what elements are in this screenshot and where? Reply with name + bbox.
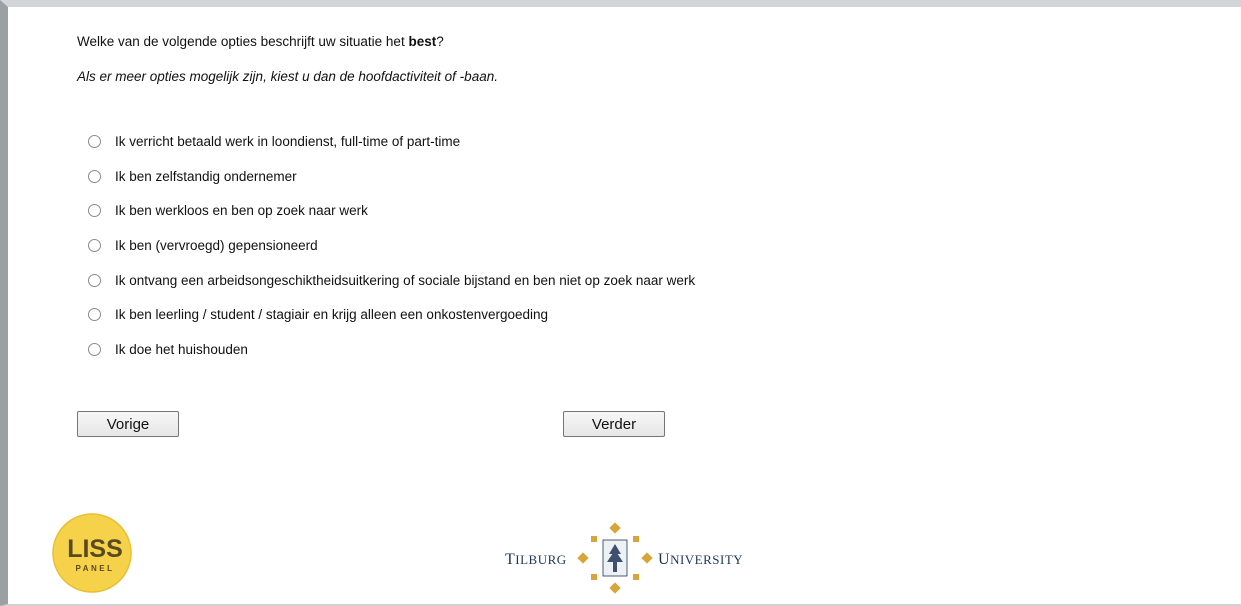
svg-text:LISS: LISS bbox=[67, 535, 123, 563]
option-label: Ik verricht betaald werk in loondienst, … bbox=[115, 133, 461, 149]
question-text: Welke van de volgende opties beschrijft … bbox=[77, 33, 444, 51]
option-label: Ik ben (vervroegd) gepensioneerd bbox=[115, 237, 318, 253]
liss-panel-logo: LISS PANEL bbox=[51, 513, 133, 593]
radio-button[interactable] bbox=[88, 134, 101, 148]
option-paid-employment[interactable]: Ik verricht betaald werk in loondienst, … bbox=[88, 124, 695, 159]
svg-text:PANEL: PANEL bbox=[75, 564, 114, 573]
question-emphasis: best bbox=[408, 34, 437, 49]
tilburg-university-logo: TILBURG UNIVERSITY bbox=[505, 522, 760, 594]
next-button[interactable]: Verder bbox=[563, 411, 665, 437]
radio-button[interactable] bbox=[88, 273, 101, 287]
option-label: Ik ben zelfstandig ondernemer bbox=[115, 168, 297, 184]
option-label: Ik ben werkloos en ben op zoek naar werk bbox=[115, 203, 368, 219]
option-label: Ik ontvang een arbeidsongeschiktheidsuit… bbox=[115, 272, 696, 288]
radio-button[interactable] bbox=[88, 169, 101, 183]
university-wordmark: UNIVERSITY bbox=[658, 551, 744, 568]
option-label: Ik ben leerling / student / stagiair en … bbox=[115, 307, 549, 323]
question-text-end: ? bbox=[436, 34, 444, 49]
question-text-start: Welke van de volgende opties beschrijft … bbox=[77, 34, 409, 49]
radio-button[interactable] bbox=[88, 238, 101, 252]
question-instruction: Als er meer opties mogelijk zijn, kiest … bbox=[77, 69, 498, 84]
tilburg-wordmark: TILBURG bbox=[505, 551, 567, 568]
radio-button[interactable] bbox=[88, 308, 101, 322]
option-disability-benefit[interactable]: Ik ontvang een arbeidsongeschiktheidsuit… bbox=[88, 263, 695, 298]
liss-panel-logo-graphic: LISS PANEL bbox=[52, 513, 132, 593]
previous-button[interactable]: Vorige bbox=[77, 411, 179, 437]
option-self-employed[interactable]: Ik ben zelfstandig ondernemer bbox=[88, 159, 695, 194]
option-student[interactable]: Ik ben leerling / student / stagiair en … bbox=[88, 297, 695, 332]
option-label: Ik doe het huishouden bbox=[115, 341, 248, 357]
tilburg-emblem-icon bbox=[577, 522, 653, 594]
answer-options: Ik verricht betaald werk in loondienst, … bbox=[88, 124, 695, 367]
option-household[interactable]: Ik doe het huishouden bbox=[88, 332, 695, 367]
radio-button[interactable] bbox=[88, 342, 101, 356]
option-unemployed[interactable]: Ik ben werkloos en ben op zoek naar werk bbox=[88, 193, 695, 228]
option-retired[interactable]: Ik ben (vervroegd) gepensioneerd bbox=[88, 228, 695, 263]
radio-button[interactable] bbox=[88, 204, 101, 218]
